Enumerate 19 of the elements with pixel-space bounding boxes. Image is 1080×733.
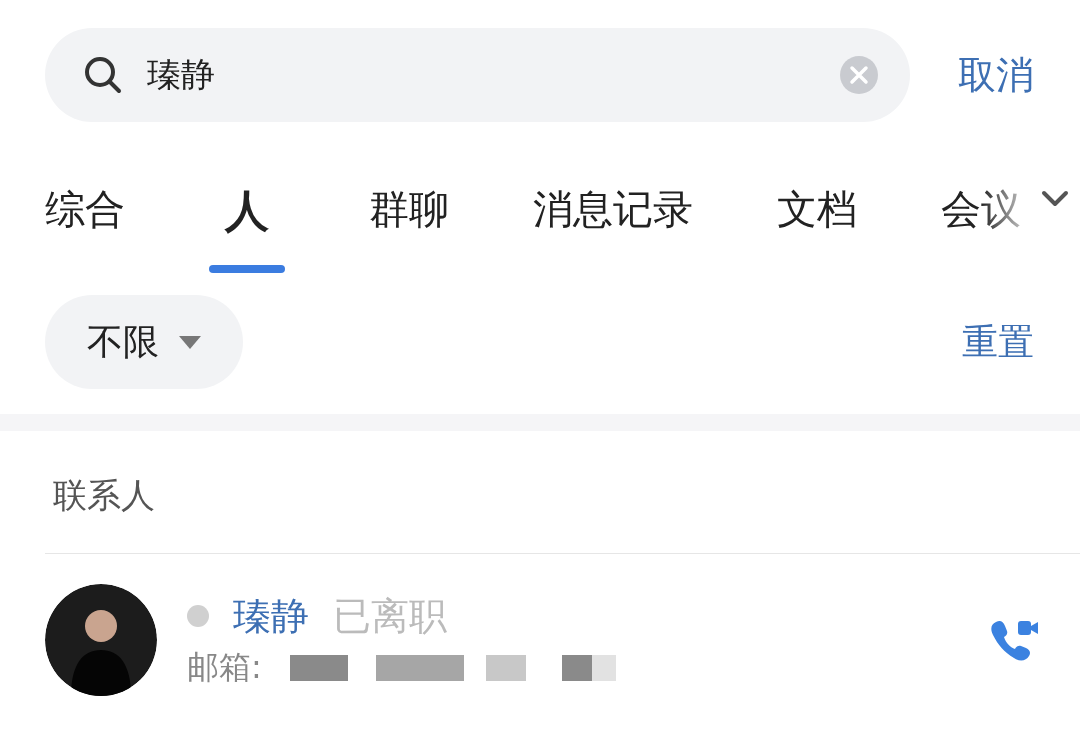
chevron-down-icon[interactable] (1041, 190, 1069, 208)
contact-name[interactable]: 瑧静 (233, 590, 309, 642)
tab[interactable]: 消息记录 (533, 182, 693, 269)
tab[interactable]: 会议 (941, 182, 1021, 269)
section-title: 联系人 (53, 475, 155, 515)
email-label: 邮箱: (187, 646, 262, 688)
search-icon (83, 55, 123, 95)
reset-button[interactable]: 重置 (962, 317, 1034, 367)
tab[interactable]: 人 (209, 182, 285, 273)
search-bar[interactable]: 瑧静 (45, 28, 910, 122)
status-label: 已离职 (333, 592, 447, 640)
video-call-icon[interactable] (990, 618, 1040, 662)
tab[interactable]: 文档 (777, 182, 857, 269)
search-field[interactable]: 瑧静 (145, 54, 818, 96)
filter-dropdown[interactable]: 不限 (45, 295, 243, 389)
tab[interactable]: 综合 (45, 182, 125, 269)
caret-icon (179, 335, 201, 349)
cancel-button[interactable]: 取消 (958, 49, 1034, 101)
tab[interactable]: 群聊 (369, 182, 449, 269)
